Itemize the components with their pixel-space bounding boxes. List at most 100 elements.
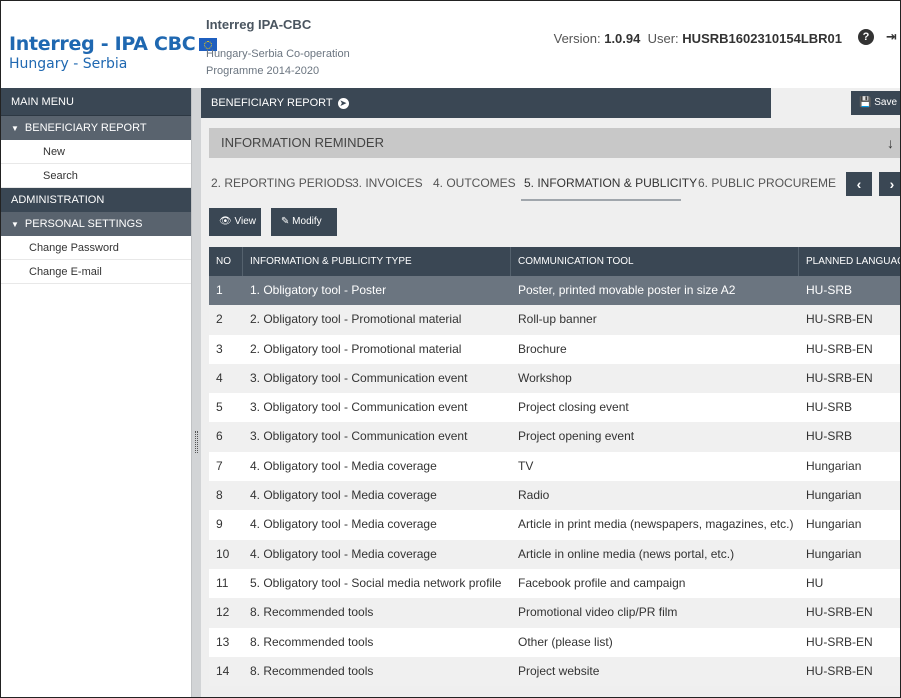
modify-label: Modify [292,216,322,227]
table-row[interactable]: 7 4. Obligatory tool - Media coverage TV Hu… [209,451,900,482]
app-window: Interreg - IPA CBC Hungary - Serbia Inte… [0,0,901,698]
version-value: 1.0.94 [604,31,641,46]
tab-prev-button[interactable]: ‹ [846,172,872,196]
cell-language: HU-SRB [806,283,853,297]
cell-no: 11 [216,575,229,590]
cell-language: HU-SRB [806,429,853,444]
cell-tool: Brochure [518,341,567,356]
tab-outcomes[interactable]: 4. OUTCOMES [433,176,516,190]
sidebar-section-label: ADMINISTRATION [11,194,105,206]
table-row[interactable]: 13 8. Recommended tools Other (please list… [209,627,900,657]
version-label: Version: [553,31,601,46]
cell-tool: Promotional video clip/PR film [518,605,678,620]
sign-out-icon[interactable]: ⇥ [886,29,900,45]
cell-type: 4. Obligatory tool - Media coverage [250,488,437,503]
pencil-icon: ✎ [281,216,290,227]
active-tab-indicator [521,199,681,201]
cell-no: 2 [216,312,223,327]
cell-tool: TV [518,458,534,473]
column-header-language[interactable]: PLANNED LANGUAG [799,247,900,276]
view-button[interactable]: 👁 View [209,208,261,236]
logo-text-main: Interreg - IPA CBC [9,33,196,55]
cell-no: 10 [216,546,230,561]
tab-information-publicity[interactable]: 5. INFORMATION & PUBLICITY [524,176,697,190]
cell-type: 8. Recommended tools [250,663,374,678]
cell-language: HU-SRB-EN [806,341,873,356]
eye-icon: 👁 [219,216,232,227]
cell-tool: Article in print media (newspapers, maga… [518,517,794,532]
sidebar-section-label: PERSONAL SETTINGS [24,218,143,230]
save-label: Save [874,97,898,108]
table-row[interactable]: 9 4. Obligatory tool - Media coverage Arti… [209,510,900,540]
cell-type: 2. Obligatory tool - Promotional materia… [250,341,462,356]
cell-language: HU [806,575,824,590]
column-header-type[interactable]: INFORMATION & PUBLICITY TYPE [243,247,511,276]
question-circle-icon[interactable]: ? [858,29,874,45]
tab-invoices[interactable]: 3. INVOICES [352,176,423,190]
cell-tool: Radio [518,488,550,503]
save-button[interactable]: 💾 Save [851,91,900,115]
cell-no: 12 [216,605,230,620]
table-row[interactable]: 4 3. Obligatory tool - Communication even… [209,363,900,394]
cell-language: Hungarian [806,546,862,561]
tab-next-button[interactable]: › [879,172,900,196]
cell-language: Hungarian [806,517,862,532]
table-row[interactable]: 6 3. Obligatory tool - Communication even… [209,422,900,452]
app-header: Interreg - IPA CBC Hungary - Serbia Inte… [1,1,900,88]
cell-no: 3 [216,341,223,356]
table-row[interactable]: 14 8. Recommended tools Project website HU-… [209,656,900,687]
cell-type: 3. Obligatory tool - Communication event [250,370,468,385]
program-title: Interreg IPA-CBC [206,17,312,32]
program-subtitle-line1: Hungary-Serbia Co-operation [206,48,350,60]
cell-type: 3. Obligatory tool - Communication event [250,400,468,415]
table-row[interactable]: 1 1. Obligatory tool - Poster Poster, prin… [209,276,900,306]
sidebar-section-beneficiary-report[interactable]: ▼ BENEFICIARY REPORT [1,116,191,140]
cell-no: 5 [216,400,223,415]
table-header: NO INFORMATION & PUBLICITY TYPE COMMUNIC… [209,247,900,276]
column-header-tool[interactable]: COMMUNICATION TOOL [511,247,799,276]
table-row[interactable]: 11 5. Obligatory tool - Social media netw… [209,568,900,599]
column-header-no[interactable]: NO [209,247,243,276]
report-topbar: BENEFICIARY REPORT ➤ [201,88,771,118]
modify-button[interactable]: ✎ Modify [271,208,337,236]
cell-no: 4 [216,370,223,385]
cell-language: Hungarian [806,458,862,473]
cell-no: 8 [216,488,223,503]
sidebar-item-change-password[interactable]: Change Password [1,236,191,260]
sidebar-splitter[interactable] [191,88,201,697]
table-row[interactable]: 12 8. Recommended tools Promotional video … [209,598,900,628]
table-row[interactable]: 5 3. Obligatory tool - Communication even… [209,393,900,423]
cell-language: HU-SRB-EN [806,663,873,678]
sidebar-item-new[interactable]: New [1,140,191,164]
publicity-table: NO INFORMATION & PUBLICITY TYPE COMMUNIC… [209,247,900,687]
table-row[interactable]: 8 4. Obligatory tool - Media coverage Radi… [209,481,900,511]
sidebar-item-search[interactable]: Search [1,164,191,188]
splitter-grip-icon[interactable] [195,431,198,453]
caret-down-icon: ▼ [11,220,19,229]
cell-tool: Article in online media (news portal, et… [518,546,735,561]
information-reminder-panel[interactable]: INFORMATION REMINDER ↓ [209,128,900,158]
table-row[interactable]: 10 4. Obligatory tool - Media coverage Art… [209,539,900,569]
floppy-icon: 💾 [859,97,872,108]
sidebar-section-administration[interactable]: ADMINISTRATION [1,188,191,212]
main-content: BENEFICIARY REPORT ➤ 💾 Save INFORMATION R… [201,88,900,697]
program-subtitle: Hungary-Serbia Co-operation Programme 20… [206,46,350,80]
table-row[interactable]: 3 2. Obligatory tool - Promotional materi… [209,334,900,364]
arrow-right-circle-icon[interactable]: ➤ [337,98,349,109]
arrow-down-icon[interactable]: ↓ [887,128,894,158]
tab-public-procurement[interactable]: 6. PUBLIC PROCUREME [698,176,836,190]
sidebar-section-personal-settings[interactable]: ▼ PERSONAL SETTINGS [1,212,191,236]
tab-reporting-periods[interactable]: 2. REPORTING PERIODS [211,176,353,190]
cell-language: HU-SRB-EN [806,312,873,327]
report-tabs: 2. REPORTING PERIODS 3. INVOICES 4. OUTC… [201,168,900,202]
cell-no: 14 [216,663,230,678]
sidebar-main-menu: MAIN MENU [1,88,191,116]
cell-language: HU-SRB-EN [806,370,873,385]
cell-type: 8. Recommended tools [250,605,374,620]
cell-tool: Other (please list) [518,634,613,649]
table-row[interactable]: 2 2. Obligatory tool - Promotional materi… [209,305,900,335]
cell-language: HU-SRB-EN [806,634,873,649]
sidebar-item-change-email[interactable]: Change E-mail [1,260,191,284]
cell-type: 8. Recommended tools [250,634,374,649]
cell-tool: Poster, printed movable poster in size A… [518,283,736,297]
